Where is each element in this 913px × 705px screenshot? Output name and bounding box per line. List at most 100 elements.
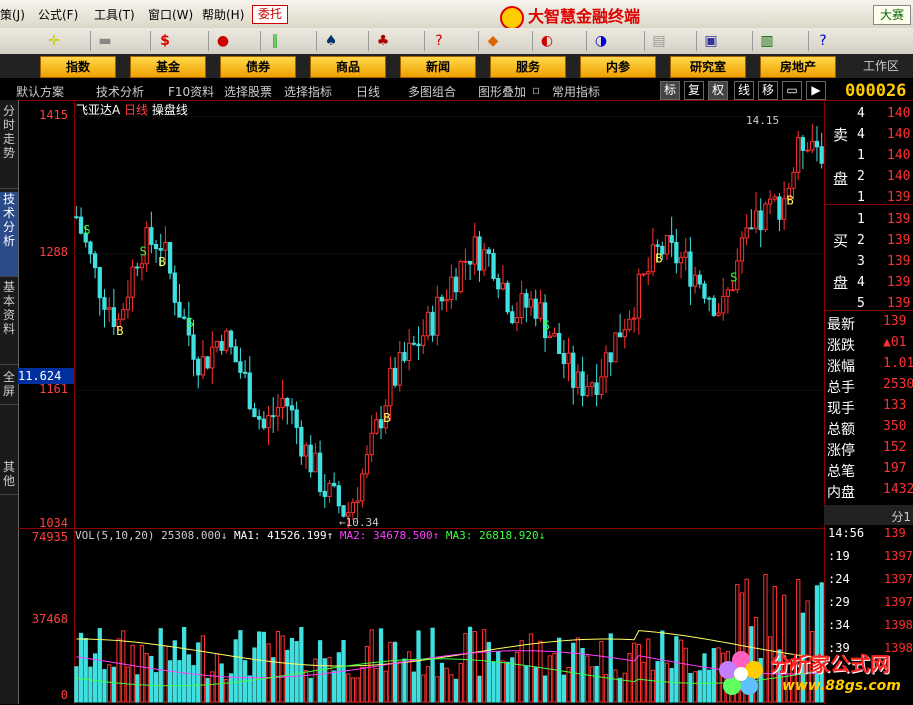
- dasai-button[interactable]: 大赛: [873, 5, 911, 25]
- menu-strategy[interactable]: 策(J): [0, 6, 25, 23]
- common-indicator-menu[interactable]: 常用指标: [552, 83, 600, 100]
- printer-icon[interactable]: ▤: [644, 31, 673, 51]
- volume-bar: [411, 671, 416, 703]
- window-icon[interactable]: ▣: [696, 31, 725, 51]
- nav-realestate[interactable]: 房地产: [760, 56, 836, 78]
- tab-fullscreen[interactable]: 全屏: [0, 370, 18, 405]
- red-globe-icon[interactable]: ◐: [532, 31, 561, 51]
- blue-globe-icon[interactable]: ◑: [586, 31, 615, 51]
- trade-price: 1397: [884, 595, 913, 609]
- select-stock-menu[interactable]: 选择股票: [224, 83, 272, 100]
- level-volume: 2: [857, 169, 865, 184]
- default-scheme-menu[interactable]: 默认方案: [16, 83, 64, 100]
- stat-label: 涨停: [827, 443, 855, 459]
- ruler-icon[interactable]: ▬: [90, 31, 119, 51]
- volume-bar: [575, 637, 581, 703]
- rights-button[interactable]: 权: [708, 81, 728, 100]
- candle-body: [524, 293, 529, 308]
- candle-body: [725, 289, 731, 297]
- bars-icon[interactable]: ∥: [260, 31, 289, 51]
- volume-bar: [135, 674, 140, 703]
- menu-formula[interactable]: 公式(F): [38, 6, 78, 23]
- left-tabs: 分时走势 技术分析 基本资料 全屏 其他: [0, 100, 19, 704]
- candle-body: [275, 406, 281, 417]
- candle-body: [571, 352, 576, 388]
- candle-body: [711, 297, 716, 316]
- lock-icon[interactable]: ▫: [532, 83, 540, 97]
- line-button[interactable]: 线: [734, 81, 754, 100]
- select-indicator-menu[interactable]: 选择指标: [284, 83, 332, 100]
- nav-research[interactable]: 研究室: [670, 56, 746, 78]
- volume-bar: [603, 674, 609, 703]
- move-button[interactable]: 移: [758, 81, 778, 100]
- candle-body: [528, 298, 534, 308]
- sell-level-row[interactable]: 4 140: [825, 127, 913, 148]
- buy-level-row[interactable]: 3 139: [825, 254, 913, 275]
- daily-line-menu[interactable]: 日线: [356, 83, 380, 100]
- nav-news[interactable]: 新闻: [400, 56, 476, 78]
- tab-technical[interactable]: 技术分析: [0, 192, 18, 277]
- nav-index[interactable]: 指数: [40, 56, 116, 78]
- volume-bar: [500, 660, 506, 703]
- watermark-url: www.88gs.com: [782, 678, 901, 694]
- f10-menu[interactable]: F10资料: [168, 83, 214, 100]
- buy-level-row[interactable]: 2 139: [825, 233, 913, 254]
- mark-button[interactable]: 标: [660, 81, 680, 100]
- candle-body: [397, 352, 402, 386]
- sell-level-row[interactable]: 4 140: [825, 106, 913, 127]
- nav-bond[interactable]: 债券: [220, 56, 296, 78]
- sell-level-row[interactable]: 2 140: [825, 169, 913, 190]
- menu-window[interactable]: 窗口(W): [148, 6, 193, 23]
- candle-body: [655, 244, 660, 247]
- menu-tools[interactable]: 工具(T): [94, 6, 135, 23]
- crosshair-icon[interactable]: ✛: [40, 31, 68, 51]
- buy-level-row[interactable]: 1 139: [825, 212, 913, 233]
- nav-service[interactable]: 服务: [490, 56, 566, 78]
- candle-body: [707, 297, 712, 300]
- nav-fund[interactable]: 基金: [130, 56, 206, 78]
- info-icon[interactable]: ?: [424, 31, 453, 51]
- overlay-menu[interactable]: 图形叠加: [478, 83, 526, 100]
- tab-other[interactable]: 其他: [0, 460, 18, 495]
- trade-price: 139: [884, 526, 906, 540]
- tab-timeshare[interactable]: 分时走势: [0, 104, 18, 189]
- sell-level-row[interactable]: 1 140: [825, 148, 913, 169]
- candlestick-chart[interactable]: SBSBSBSBSB14.15←10.34: [74, 114, 824, 528]
- volume-bar: [421, 674, 426, 703]
- candle-body: [688, 251, 693, 287]
- binoculars-icon[interactable]: ♠: [316, 31, 345, 51]
- play-icon[interactable]: ▶: [806, 81, 826, 100]
- stat-value: ▲01: [883, 335, 907, 350]
- nav-insider[interactable]: 内参: [580, 56, 656, 78]
- candle-body: [453, 276, 459, 293]
- tab-fundamental[interactable]: 基本资料: [0, 280, 18, 365]
- candle-body: [317, 452, 323, 492]
- candle-body: [299, 426, 304, 457]
- weituo-button[interactable]: 委托: [252, 5, 288, 24]
- workarea-label[interactable]: 工作区: [863, 56, 913, 76]
- help-pointer-icon[interactable]: ?: [808, 31, 837, 51]
- nav-commodity[interactable]: 商品: [310, 56, 386, 78]
- sell-level-row[interactable]: 1 139: [825, 190, 913, 211]
- volume-bar: [538, 640, 543, 703]
- candle-body: [303, 444, 309, 457]
- traffic-icon[interactable]: ●: [208, 31, 237, 51]
- alarm-icon[interactable]: ♣: [368, 31, 397, 51]
- window-toggle-icon[interactable]: ▭: [782, 81, 802, 100]
- volume-bar: [88, 666, 93, 703]
- candle-body: [585, 386, 590, 396]
- stat-label: 涨跌: [827, 338, 855, 354]
- buy-level-row[interactable]: 4 139: [825, 275, 913, 296]
- volume-bar: [482, 629, 487, 703]
- volume-bar: [646, 638, 651, 703]
- volume-bar: [674, 636, 679, 703]
- menu-help[interactable]: 帮助(H): [202, 6, 244, 23]
- restore-button[interactable]: 复: [684, 81, 704, 100]
- volume-bar: [364, 646, 370, 703]
- diamond-icon[interactable]: ◆: [478, 31, 507, 51]
- stat-row: 最新 139: [825, 314, 913, 335]
- multi-chart-menu[interactable]: 多图组合: [408, 83, 456, 100]
- dollar-icon[interactable]: $: [150, 31, 179, 51]
- tech-analysis-menu[interactable]: 技术分析: [96, 83, 144, 100]
- books-icon[interactable]: ▥: [752, 31, 781, 51]
